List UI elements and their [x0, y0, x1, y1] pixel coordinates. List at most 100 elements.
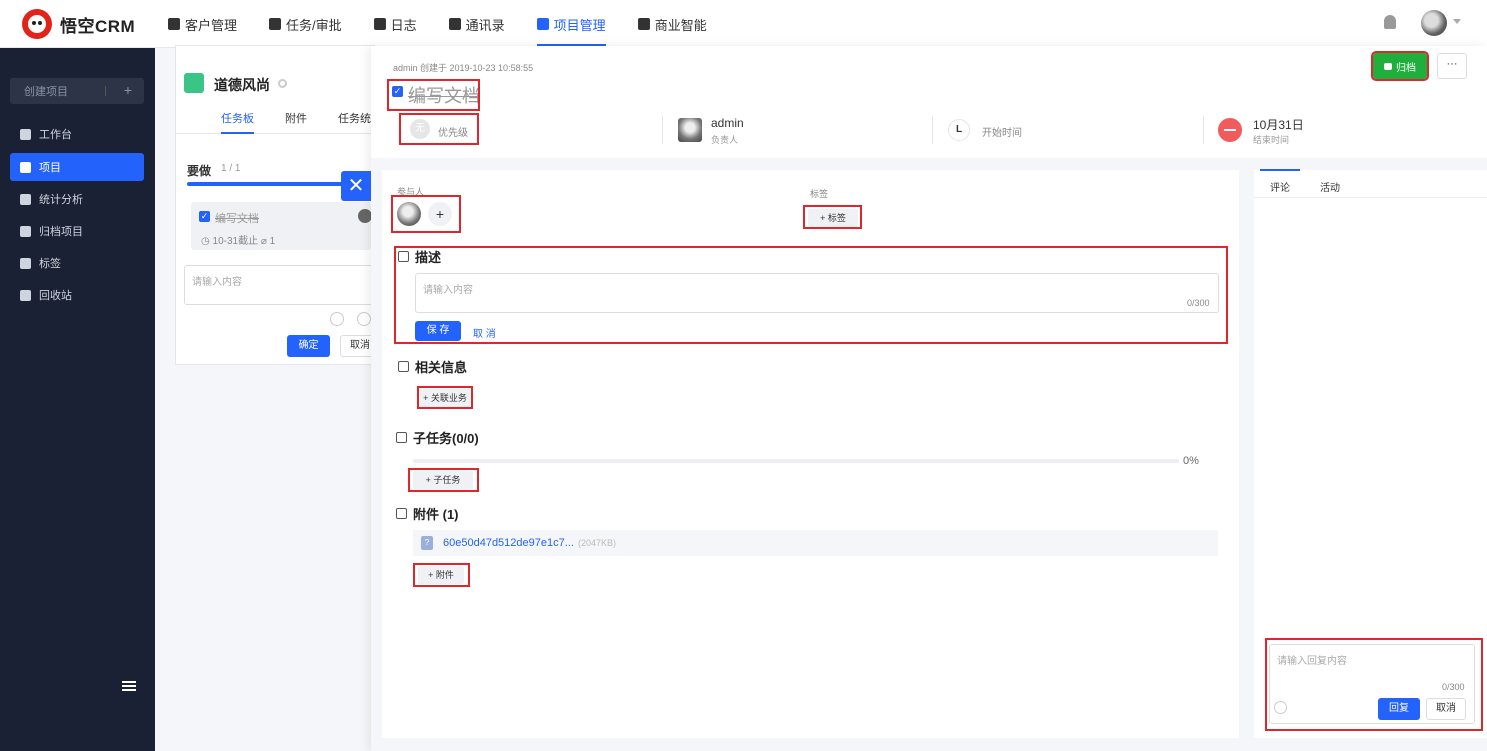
subtask-icon	[396, 432, 407, 443]
briefcase-icon	[269, 18, 282, 30]
description-input[interactable]: 请输入内容	[415, 273, 1219, 313]
chevron-down-icon[interactable]	[1453, 19, 1461, 24]
comments-tabs: 评论 活动	[1254, 169, 1487, 198]
checkbox-checked-icon[interactable]: ✓	[199, 211, 210, 222]
priority-label[interactable]: 优先级	[438, 124, 468, 139]
attachments-title: 附件 (1)	[396, 504, 459, 523]
confirm-button[interactable]: 确定	[287, 335, 330, 357]
tag-icon	[20, 257, 31, 269]
sidebar-item-tags[interactable]: 标签	[10, 249, 144, 277]
task-complete-checkbox[interactable]: ✓	[392, 86, 403, 97]
project-title: 道德风尚	[214, 77, 270, 93]
tab-activity[interactable]: 活动	[1320, 179, 1340, 194]
reply-cancel-button[interactable]: 取消	[1426, 698, 1466, 720]
add-attachment-button[interactable]: + 附件	[418, 566, 464, 584]
archive-button[interactable]: 归档	[1371, 51, 1429, 81]
nav-customer[interactable]: 客户管理	[168, 0, 237, 48]
nav-contacts[interactable]: 通讯录	[448, 0, 505, 48]
nav-label: 任务/审批	[286, 17, 342, 33]
start-time-label[interactable]: 开始时间	[982, 124, 1022, 139]
archive-icon	[20, 225, 31, 237]
user-avatar[interactable]	[1421, 10, 1447, 36]
add-tag-button[interactable]: + 标签	[808, 209, 858, 227]
gear-icon[interactable]	[278, 79, 287, 88]
participants-label: 参与人	[397, 187, 425, 197]
divider	[932, 116, 933, 144]
reply-button[interactable]: 回复	[1378, 698, 1420, 720]
end-date-value[interactable]: 10月31日	[1253, 116, 1304, 133]
link-icon	[398, 361, 409, 372]
project-tabs: 任务板 附件 任务统计	[176, 108, 376, 134]
cancel-link[interactable]: 取 消	[473, 325, 496, 340]
quick-task-input[interactable]: 请输入内容	[184, 265, 374, 305]
top-nav-bar: 悟空CRM 客户管理 任务/审批 日志 通讯录 项目管理 商业智能	[0, 0, 1487, 48]
section-title-text: 子任务(0/0)	[413, 431, 479, 446]
section-title-text: 描述	[415, 250, 442, 265]
trash-icon	[20, 289, 31, 301]
add-subtask-button[interactable]: + 子任务	[413, 471, 473, 489]
more-button[interactable]: ···	[1437, 53, 1467, 79]
sidebar-item-label: 工作台	[39, 129, 72, 141]
tags-label: 标签	[810, 189, 829, 199]
sidebar-item-archived[interactable]: 归档项目	[10, 217, 144, 245]
participant-avatar[interactable]	[397, 202, 421, 226]
section-title-text: 附件 (1)	[413, 507, 459, 522]
bell-icon[interactable]	[1384, 15, 1396, 29]
main-nav: 客户管理 任务/审批 日志 通讯录 项目管理 商业智能	[168, 0, 739, 48]
sidebar-item-label: 归档项目	[39, 226, 83, 238]
nav-label: 客户管理	[185, 17, 238, 33]
sidebar-item-project[interactable]: 项目	[10, 153, 144, 181]
nav-task-approval[interactable]: 任务/审批	[269, 0, 342, 48]
monkey-logo-icon	[22, 9, 52, 39]
avatar	[358, 209, 372, 223]
user-icon[interactable]	[357, 312, 371, 326]
sidebar-item-statistics[interactable]: 统计分析	[10, 185, 144, 213]
attachment-name[interactable]: 60e50d47d512de97e1c7...	[443, 537, 574, 549]
project-board-icon	[184, 73, 204, 93]
task-title[interactable]: 编写文档	[408, 82, 480, 108]
reply-count: 0/300	[1442, 682, 1465, 692]
nav-project[interactable]: 项目管理	[536, 0, 606, 48]
priority-icon[interactable]: 无	[410, 119, 430, 139]
sidebar-item-trash[interactable]: 回收站	[10, 281, 144, 309]
sidebar-item-workbench[interactable]: 工作台	[10, 120, 144, 148]
create-project-button[interactable]: 创建项目 +	[10, 78, 144, 104]
sidebar-item-label: 项目	[39, 162, 61, 174]
description-count: 0/300	[1187, 298, 1210, 308]
logo-text: 悟空CRM	[60, 16, 136, 36]
project-icon	[20, 161, 31, 173]
nav-bi[interactable]: 商业智能	[637, 0, 707, 48]
file-unknown-icon: ?	[421, 536, 433, 550]
start-time-icon[interactable]: L	[948, 119, 970, 141]
attachment-row[interactable]: ? 60e50d47d512de97e1c7... (2047KB)	[413, 530, 1218, 556]
tab-attachments[interactable]: 附件	[285, 110, 307, 126]
archive-icon	[1384, 62, 1392, 70]
tab-comments[interactable]: 评论	[1260, 169, 1300, 194]
task-card-name: 编写文档	[215, 213, 259, 225]
tab-task-stats[interactable]: 任务统计	[338, 110, 372, 126]
plus-icon[interactable]: +	[124, 82, 132, 98]
owner-avatar[interactable]	[678, 118, 702, 142]
menu-collapse-icon[interactable]	[122, 681, 136, 691]
create-project-label: 创建项目	[24, 86, 68, 98]
divider	[662, 116, 663, 144]
tab-task-board[interactable]: 任务板	[221, 110, 254, 134]
emoji-icon[interactable]	[1274, 701, 1287, 714]
nav-label: 日志	[390, 17, 417, 33]
add-related-button[interactable]: + 关联业务	[420, 389, 470, 407]
task-detail-header: admin 创建于 2019-10-23 10:58:55	[371, 46, 1487, 158]
task-card-meta: ◷ 10-31截止 ⌀ 1	[201, 236, 276, 247]
section-title-text: 相关信息	[415, 360, 468, 375]
paperclip-icon	[396, 508, 407, 519]
subtask-progress-bar	[413, 459, 1179, 463]
save-button[interactable]: 保 存	[415, 321, 461, 341]
add-participant-button[interactable]: +	[428, 202, 452, 226]
task-card[interactable]: ✓ 编写文档 ◷ 10-31截止 ⌀ 1	[191, 202, 372, 250]
sidebar: 创建项目 + 工作台 项目 统计分析 归档项目 标签 回收站	[0, 48, 155, 751]
app-logo[interactable]: 悟空CRM	[22, 9, 135, 39]
end-date-icon[interactable]	[1218, 118, 1242, 142]
close-icon[interactable]: ✕	[341, 171, 371, 201]
calendar-icon[interactable]	[330, 312, 344, 326]
project-icon	[536, 18, 549, 30]
nav-log[interactable]: 日志	[373, 0, 417, 48]
